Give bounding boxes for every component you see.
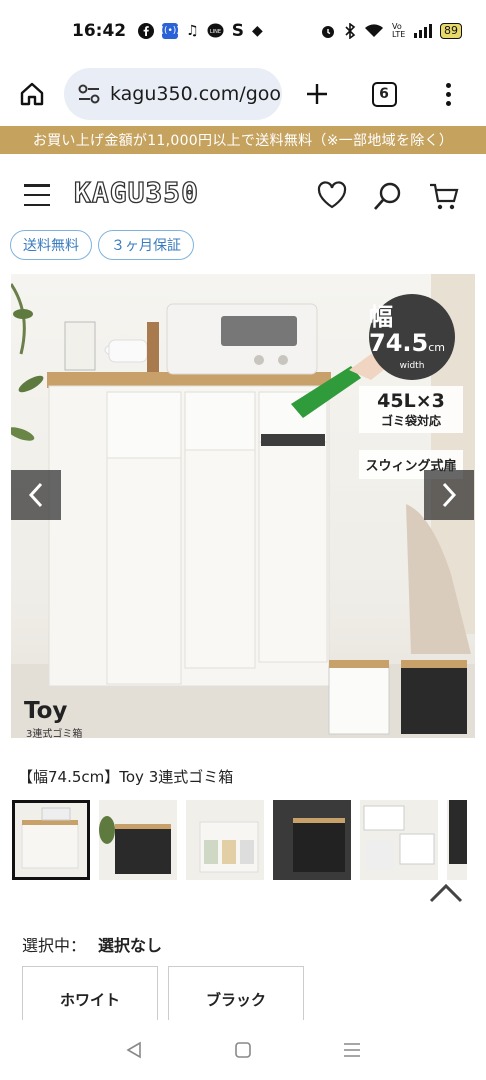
battery-icon: 89 [440, 23, 462, 39]
capacity-caption: ゴミ袋対応 [380, 414, 441, 428]
status-bar: 16:42 ((•)) ♫ LINE S ◆ Vo LTE 89 [0, 0, 486, 62]
selection-value: 選択なし [98, 936, 163, 955]
chevron-left-icon [28, 482, 43, 508]
address-bar[interactable]: kagu350.com/goo [64, 68, 282, 120]
product-tags: 送料無料 ３ヶ月保証 [10, 230, 194, 260]
clock: 16:42 [72, 21, 127, 41]
menu-dot-icon [445, 91, 451, 97]
product-title: 【幅74.5cm】Toy 3連式ゴミ箱 [18, 768, 234, 786]
home-button[interactable] [0, 62, 64, 126]
search-icon[interactable] [372, 180, 404, 212]
cart-icon[interactable] [428, 180, 460, 212]
site-logo[interactable]: KAGU350 [73, 175, 199, 209]
dot-icon: ◆ [251, 23, 263, 39]
thumbnail-1[interactable] [12, 800, 90, 880]
new-tab-button[interactable] [282, 82, 352, 106]
thumbnail-3[interactable] [186, 800, 264, 880]
hamburger-menu-button[interactable] [24, 184, 50, 206]
menu-dot-icon [445, 82, 451, 88]
back-icon[interactable] [125, 1041, 143, 1059]
signal-icon [414, 24, 432, 38]
line-icon: LINE [207, 23, 224, 38]
wifi-icon [365, 24, 383, 37]
facebook-icon [138, 23, 155, 39]
heart-icon[interactable] [316, 180, 348, 210]
home-icon [20, 82, 44, 106]
capacity-label: 45L×3 ゴミ袋対応 [359, 386, 463, 433]
selection-label: 選択中： [22, 936, 87, 955]
network-label: Vo LTE [392, 22, 406, 39]
capacity-value: 45L×3 [377, 390, 445, 412]
site-settings-icon[interactable] [78, 84, 100, 104]
radio-icon: ((•)) [160, 23, 180, 39]
tab-count: 6 [371, 81, 397, 107]
svg-text:LINE: LINE [210, 29, 221, 35]
promo-banner[interactable]: お買い上げ金額が11,000円以上で送料無料（※一部地域を除く） [0, 126, 486, 154]
site-header: KAGU350 [0, 168, 486, 224]
thumbnail-6[interactable] [447, 800, 467, 880]
music-icon: ♫ [186, 23, 199, 39]
tag-free-shipping: 送料無料 [10, 230, 92, 260]
brand-caption: 3連式ゴミ箱 [26, 729, 83, 738]
selection-status: 選択中： 選択なし [22, 932, 162, 956]
thumbnail-strip [12, 800, 486, 882]
recents-icon[interactable] [343, 1041, 361, 1059]
thumbnail-2[interactable] [99, 800, 177, 880]
home-nav-icon[interactable] [234, 1041, 252, 1059]
brand-name: Toy [24, 698, 68, 724]
width-value: 幅74.5 [369, 302, 429, 357]
system-navigation-bar [0, 1020, 486, 1080]
tag-warranty: ３ヶ月保証 [98, 230, 194, 260]
chevron-right-icon [442, 482, 457, 508]
browser-toolbar: kagu350.com/goo 6 [0, 62, 486, 126]
prev-image-button[interactable] [11, 470, 61, 520]
bluetooth-icon [345, 23, 356, 39]
thumbnail-5[interactable] [360, 800, 438, 880]
thumbnail-4[interactable] [273, 800, 351, 880]
browser-menu-button[interactable] [416, 82, 480, 106]
product-main-image[interactable]: 幅74.5cm width 45L×3 ゴミ袋対応 スウィング式扉 Toy 3連… [11, 274, 475, 738]
chevron-up-icon [429, 883, 463, 903]
system-icons: Vo LTE 89 [320, 23, 462, 39]
width-badge: 幅74.5cm width [369, 294, 455, 380]
width-caption: width [399, 360, 425, 371]
alarm-icon [322, 26, 334, 38]
plus-icon [307, 84, 327, 104]
width-unit: cm [428, 340, 445, 354]
tab-switcher-button[interactable]: 6 [352, 81, 416, 107]
scroll-to-top-button[interactable] [424, 876, 468, 910]
url-text[interactable]: kagu350.com/goo [110, 83, 281, 105]
notification-icons: ((•)) ♫ LINE S ◆ [138, 21, 263, 41]
next-image-button[interactable] [424, 470, 474, 520]
menu-dot-icon [445, 100, 451, 106]
s-icon: S [231, 21, 244, 41]
